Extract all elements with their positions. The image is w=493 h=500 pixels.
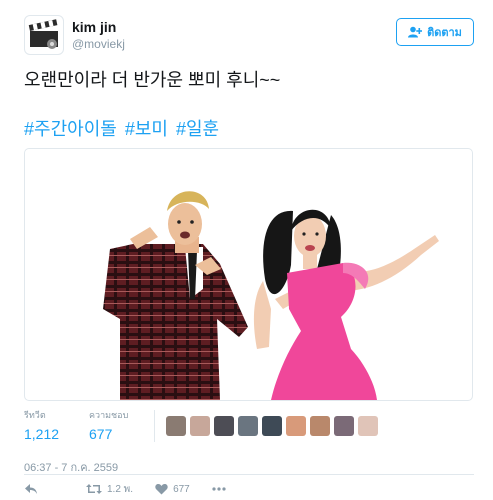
retweets-label: รีทวีต	[24, 410, 46, 420]
tweet-text: 오랜만이라 더 반가운 뽀미 후니~~	[24, 70, 281, 90]
user-handle[interactable]: @moviekj	[72, 37, 125, 51]
more-button[interactable]	[212, 487, 226, 491]
heart-icon	[155, 483, 168, 495]
liker-avatars	[166, 416, 378, 436]
likes-count: 677	[89, 426, 113, 442]
liker-avatar[interactable]	[310, 416, 330, 436]
follow-button[interactable]: ติดตาม	[396, 18, 474, 46]
tweet-header: kim jin @moviekj ติดตาม	[24, 15, 474, 57]
tweet-actions: 1.2 พ. 677	[24, 480, 226, 498]
like-count: 677	[173, 483, 190, 495]
hashtag-link[interactable]: #주간아이돌	[24, 119, 117, 139]
liker-avatar[interactable]	[238, 416, 258, 436]
retweets-count: 1,212	[24, 426, 60, 442]
likes-stat[interactable]: ความชอบ 677	[89, 408, 128, 442]
like-button[interactable]: 677	[155, 483, 190, 495]
retweet-count: 1.2 พ.	[107, 483, 134, 495]
follow-button-label: ติดตาม	[427, 27, 462, 39]
retweet-button[interactable]: 1.2 พ.	[86, 482, 133, 497]
liker-avatar[interactable]	[262, 416, 282, 436]
liker-avatar[interactable]	[358, 416, 378, 436]
stats-divider	[154, 410, 155, 442]
liker-avatar[interactable]	[190, 416, 210, 436]
reply-button[interactable]	[24, 483, 38, 495]
likes-label: ความชอบ	[89, 410, 129, 420]
liker-avatar[interactable]	[214, 416, 234, 436]
reply-icon	[25, 484, 37, 494]
more-icon	[212, 487, 226, 491]
liker-avatar[interactable]	[166, 416, 186, 436]
actions-divider	[24, 474, 474, 475]
liker-avatar[interactable]	[334, 416, 354, 436]
add-user-icon	[408, 26, 423, 38]
photo-two-idols-illustration	[103, 191, 439, 400]
clapperboard-icon	[28, 19, 58, 49]
retweets-stat[interactable]: รีทวีต 1,212	[24, 408, 59, 442]
hashtag-link[interactable]: #일훈	[176, 119, 219, 139]
liker-avatar[interactable]	[286, 416, 306, 436]
hashtag-link[interactable]: #보미	[125, 119, 168, 139]
tweet-photo[interactable]	[24, 148, 473, 401]
avatar[interactable]	[24, 15, 64, 55]
tweet-stats: รีทวีต 1,212 ความชอบ 677	[24, 408, 474, 444]
user-name[interactable]: kim jin	[72, 19, 116, 35]
hashtags: #주간아이돌 #보미 #일훈	[24, 117, 474, 141]
retweet-icon	[86, 484, 102, 494]
